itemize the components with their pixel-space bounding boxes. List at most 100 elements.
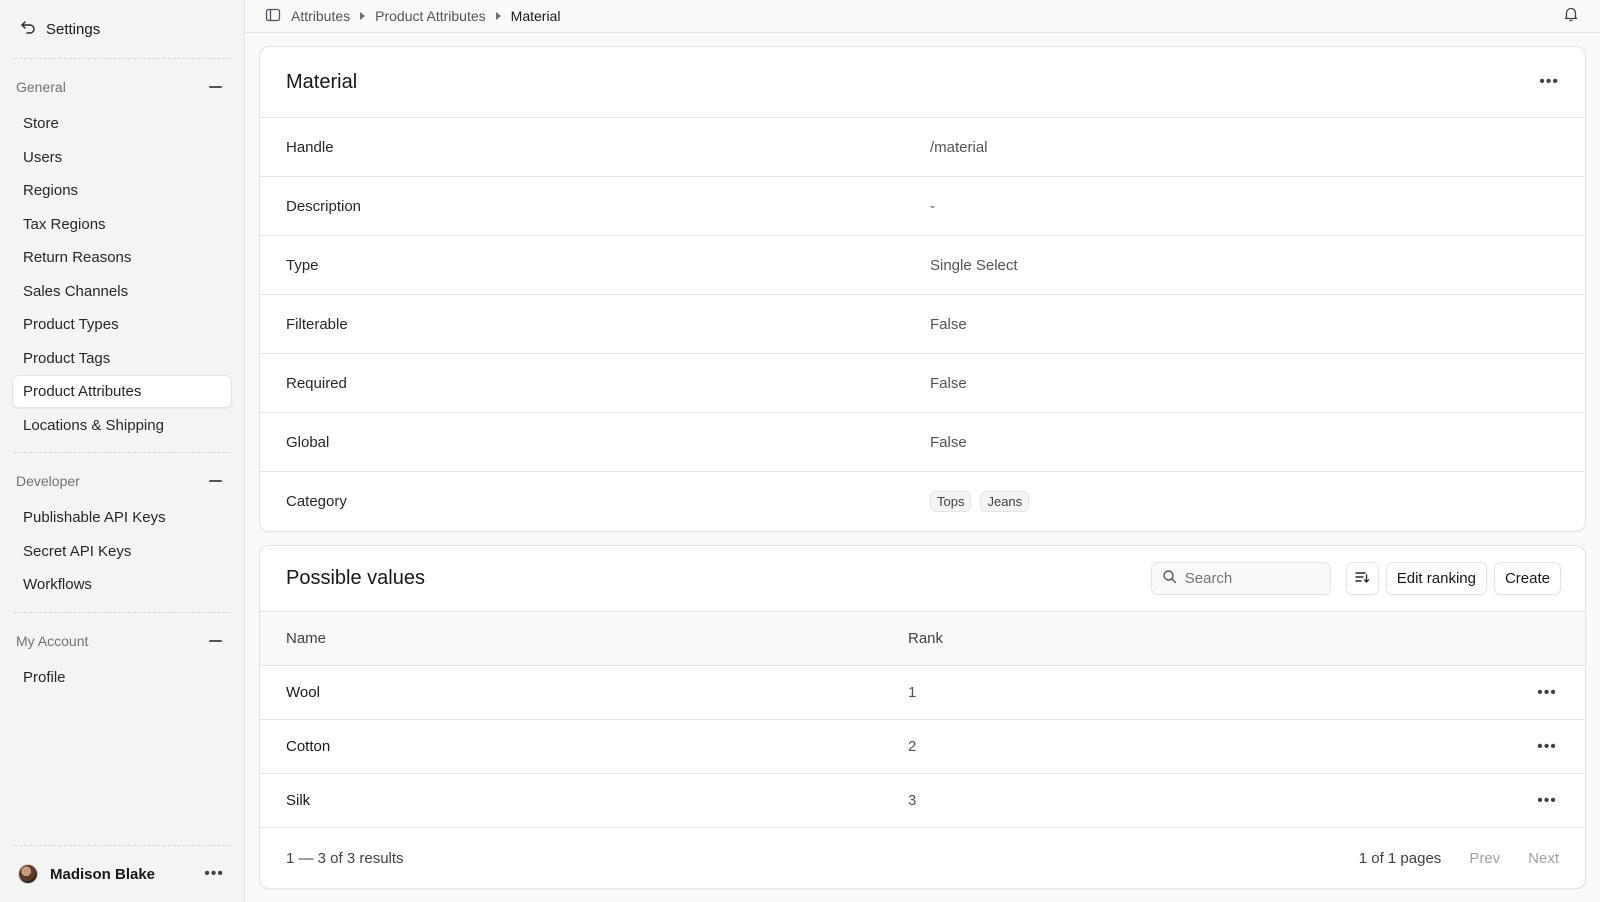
collapse-icon	[209, 639, 222, 642]
category-tag: Tops	[930, 491, 972, 512]
attribute-header: Material •••	[260, 47, 1585, 118]
edit-ranking-button[interactable]: Edit ranking	[1385, 562, 1487, 595]
attr-label: Filterable	[286, 315, 348, 333]
collapse-icon	[209, 86, 222, 88]
attr-row-category: Category Tops Jeans	[260, 472, 1585, 531]
sort-icon	[1354, 569, 1370, 589]
sidebar-item-return-reasons[interactable]: Return Reasons	[12, 241, 232, 274]
value-rank: 2	[908, 738, 917, 755]
possible-values-card: Possible values Edit ranking Create Name	[259, 545, 1586, 889]
breadcrumb-material: Material	[510, 8, 561, 24]
sidebar-item-tax-regions[interactable]: Tax Regions	[12, 208, 232, 241]
attr-value: -	[930, 197, 935, 215]
sort-button[interactable]	[1345, 562, 1379, 595]
more-horizontal-icon[interactable]: •••	[1535, 738, 1559, 756]
attr-label: Type	[286, 256, 319, 274]
more-horizontal-icon[interactable]: •••	[1535, 684, 1559, 702]
attr-value: False	[930, 433, 967, 451]
attr-row-required: Required False	[260, 354, 1585, 413]
settings-label: Settings	[46, 20, 101, 38]
content: Material ••• Handle /material Descriptio…	[245, 33, 1600, 902]
column-header-name[interactable]: Name	[286, 630, 908, 647]
table-row[interactable]: Wool 1 •••	[260, 666, 1585, 720]
breadcrumb: Attributes Product Attributes Material	[265, 7, 1562, 26]
sidebar-item-product-tags[interactable]: Product Tags	[12, 342, 232, 375]
section-general: General Store Users Regions Tax Regions …	[0, 59, 244, 452]
attr-row-filterable: Filterable False	[260, 295, 1585, 354]
possible-values-header: Possible values Edit ranking Create	[260, 546, 1585, 612]
settings-back-link[interactable]: Settings	[0, 0, 244, 58]
arrow-back-icon	[20, 19, 36, 39]
create-button[interactable]: Create	[1493, 562, 1561, 595]
breadcrumb-product-attributes[interactable]: Product Attributes	[375, 8, 486, 24]
attr-label: Global	[286, 433, 330, 451]
attr-value: False	[930, 315, 967, 333]
chevron-right-icon	[495, 12, 501, 20]
attr-label: Required	[286, 374, 347, 392]
pagination: 1 — 3 of 3 results 1 of 1 pages Prev Nex…	[260, 828, 1585, 888]
main-area: Attributes Product Attributes Material M…	[245, 0, 1600, 902]
attr-row-type: Type Single Select	[260, 236, 1585, 295]
section-title: Possible values	[286, 567, 425, 589]
section-my-account-toggle[interactable]: My Account	[12, 625, 232, 657]
avatar	[18, 864, 38, 884]
prev-page-button[interactable]: Prev	[1469, 850, 1500, 867]
sidebar-item-publishable-api-keys[interactable]: Publishable API Keys	[12, 501, 232, 534]
sidebar-item-workflows[interactable]: Workflows	[12, 568, 232, 601]
value-name: Silk	[286, 792, 311, 809]
section-developer: Developer Publishable API Keys Secret AP…	[0, 453, 244, 612]
sidebar-item-regions[interactable]: Regions	[12, 174, 232, 207]
section-title: Developer	[16, 473, 80, 489]
attr-value: /material	[930, 138, 988, 156]
attr-row-handle: Handle /material	[260, 118, 1585, 177]
page-title: Material	[286, 70, 358, 93]
value-rank: 1	[908, 684, 917, 701]
column-header-rank[interactable]: Rank	[908, 630, 1559, 647]
table-row[interactable]: Silk 3 •••	[260, 774, 1585, 828]
sidebar-item-profile[interactable]: Profile	[12, 661, 232, 694]
search-icon	[1162, 569, 1177, 588]
search-input[interactable]	[1184, 570, 1315, 587]
sidebar-item-product-types[interactable]: Product Types	[12, 308, 232, 341]
breadcrumb-attributes[interactable]: Attributes	[291, 8, 350, 24]
attribute-details-card: Material ••• Handle /material Descriptio…	[259, 46, 1586, 532]
sidebar-item-sales-channels[interactable]: Sales Channels	[12, 275, 232, 308]
section-title: My Account	[16, 632, 89, 649]
sidebar-footer: Madison Blake •••	[0, 845, 244, 902]
attr-label: Handle	[286, 138, 334, 156]
user-menu[interactable]: Madison Blake •••	[0, 846, 244, 902]
bell-icon[interactable]	[1562, 5, 1580, 27]
section-developer-toggle[interactable]: Developer	[12, 465, 232, 497]
section-general-toggle[interactable]: General	[12, 71, 232, 103]
user-name: Madison Blake	[50, 865, 156, 883]
search-box	[1150, 562, 1331, 595]
sidebar-item-secret-api-keys[interactable]: Secret API Keys	[12, 535, 232, 568]
section-title: General	[16, 79, 66, 95]
topbar: Attributes Product Attributes Material	[245, 0, 1600, 33]
attr-label: Description	[286, 197, 362, 215]
attr-row-description: Description -	[260, 177, 1585, 236]
sidebar-toggle-icon[interactable]	[265, 7, 281, 26]
category-tags: Tops Jeans	[930, 491, 1030, 512]
sidebar: Settings General Store Users Regions Tax…	[0, 0, 245, 902]
collapse-icon	[209, 480, 222, 482]
table-row[interactable]: Cotton 2 •••	[260, 720, 1585, 774]
section-my-account: My Account Profile	[0, 613, 244, 705]
chevron-right-icon	[360, 12, 366, 20]
sidebar-item-users[interactable]: Users	[12, 141, 232, 174]
more-horizontal-icon[interactable]: •••	[204, 865, 224, 883]
sidebar-item-product-attributes[interactable]: Product Attributes	[12, 375, 232, 408]
sidebar-item-locations-shipping[interactable]: Locations & Shipping	[12, 409, 232, 442]
results-count: 1 — 3 of 3 results	[286, 849, 404, 867]
value-rank: 3	[908, 792, 917, 809]
attr-label: Category	[286, 493, 347, 510]
table-header: Name Rank	[260, 612, 1585, 666]
value-name: Wool	[286, 684, 320, 701]
attr-row-global: Global False	[260, 413, 1585, 472]
category-tag: Jeans	[980, 491, 1030, 512]
attr-value: Single Select	[930, 256, 1018, 274]
next-page-button[interactable]: Next	[1528, 850, 1559, 867]
more-horizontal-icon[interactable]: •••	[1539, 73, 1559, 91]
sidebar-item-store[interactable]: Store	[12, 107, 232, 140]
more-horizontal-icon[interactable]: •••	[1535, 792, 1559, 810]
